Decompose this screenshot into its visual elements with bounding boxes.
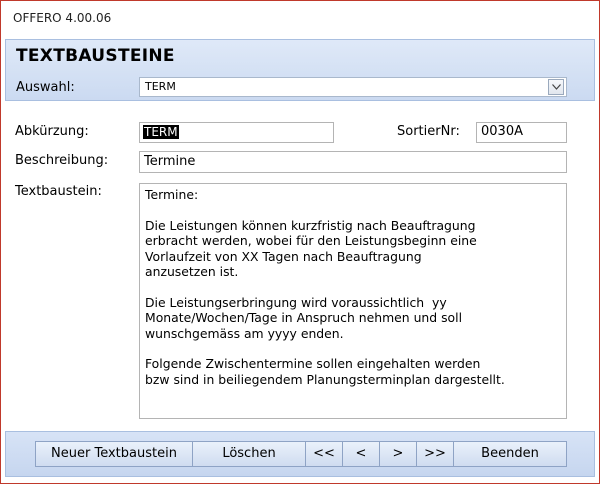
beschreibung-field[interactable]: Termine <box>139 151 567 173</box>
last-record-button[interactable]: >> <box>416 441 454 467</box>
page-title: TEXTBAUSTEINE <box>16 46 175 66</box>
abkuerzung-label: Abkürzung: <box>15 124 89 139</box>
first-record-button[interactable]: << <box>305 441 343 467</box>
new-textbaustein-button[interactable]: Neuer Textbaustein <box>35 441 193 467</box>
window-title: OFFERO 4.00.06 <box>13 11 112 25</box>
textbaustein-content: Termine: Die Leistungen können kurzfrist… <box>145 187 505 387</box>
textbaustein-label: Textbaustein: <box>15 184 102 199</box>
sortiernr-value: 0030A <box>481 124 523 139</box>
chevron-down-icon[interactable] <box>548 79 564 95</box>
sortiernr-field[interactable]: 0030A <box>476 122 567 143</box>
footer-toolbar: Neuer Textbaustein Löschen << < > >> Bee… <box>5 431 595 477</box>
auswahl-select-value: TERM <box>145 80 176 93</box>
abkuerzung-field[interactable]: TERM <box>139 122 334 143</box>
app-window: OFFERO 4.00.06 TEXTBAUSTEINE Auswahl: TE… <box>0 0 600 484</box>
textbaustein-textarea[interactable]: Termine: Die Leistungen können kurzfrist… <box>139 183 567 419</box>
auswahl-select[interactable]: TERM <box>139 77 567 97</box>
next-record-button[interactable]: > <box>379 441 417 467</box>
sortiernr-label: SortierNr: <box>397 124 460 139</box>
delete-button[interactable]: Löschen <box>192 441 306 467</box>
beschreibung-value: Termine <box>144 154 196 169</box>
previous-record-button[interactable]: < <box>342 441 380 467</box>
abkuerzung-value: TERM <box>143 125 179 139</box>
auswahl-label: Auswahl: <box>16 80 75 95</box>
header-panel: TEXTBAUSTEINE Auswahl: TERM <box>5 39 595 101</box>
exit-button[interactable]: Beenden <box>453 441 567 467</box>
beschreibung-label: Beschreibung: <box>15 153 109 168</box>
title-bar: OFFERO 4.00.06 <box>1 1 599 37</box>
